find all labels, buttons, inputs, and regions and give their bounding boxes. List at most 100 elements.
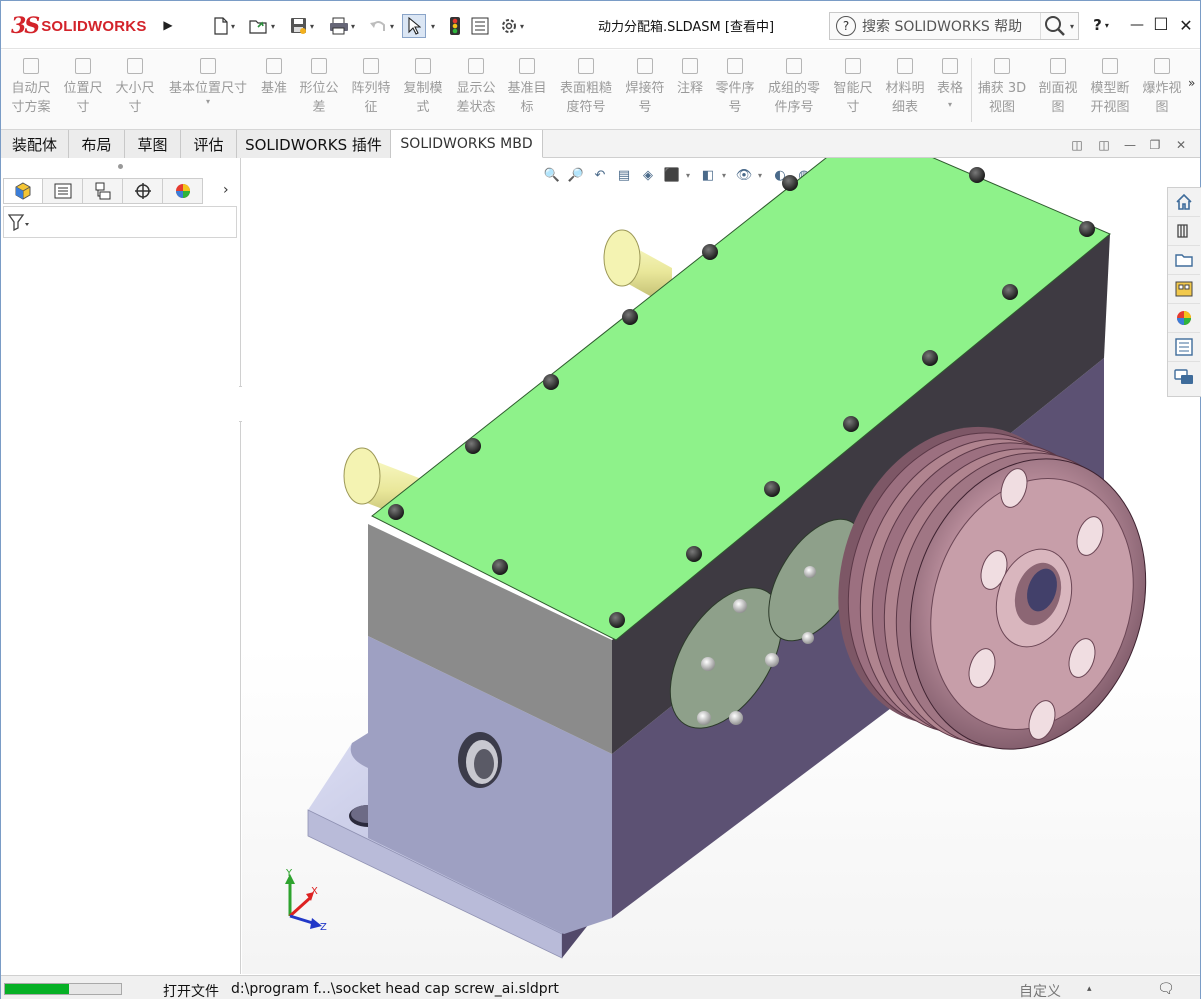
balloon-button[interactable]: 零件序 号 xyxy=(711,55,759,125)
solidworks-logo[interactable]: 3S SOLIDWORKS xyxy=(11,7,157,45)
gear-icon xyxy=(501,19,516,33)
save-button[interactable]: ▾ xyxy=(285,15,319,37)
task-pane-home[interactable] xyxy=(1168,188,1200,217)
cmd-label: 表格 xyxy=(936,81,963,96)
title-bar: 3S SOLIDWORKS ▶ ▾ ▾ ▾ ▾ ▾ ▾ ▾ 动力分配箱.SLDA… xyxy=(1,1,1200,49)
viewport-minimize-icon[interactable]: — xyxy=(1122,137,1138,153)
show-tolerance-status-button[interactable]: 显示公 差状态 xyxy=(451,55,501,125)
select-button[interactable] xyxy=(402,14,426,38)
new-document-button[interactable]: ▾ xyxy=(207,15,241,37)
viewport-restore-icon[interactable]: ❐ xyxy=(1147,137,1163,153)
configuration-tree-icon xyxy=(95,182,110,200)
select-dropdown[interactable]: ▾ xyxy=(427,15,437,37)
cmd-label: 剖面视 图 xyxy=(1038,81,1078,115)
table-button[interactable]: 表格 ▾ xyxy=(931,55,969,125)
unit-system-selector[interactable]: 自定义 xyxy=(1019,981,1061,999)
feature-manager-tab[interactable] xyxy=(3,178,43,204)
task-pane-custom-properties[interactable] xyxy=(1168,333,1200,362)
help-search-box[interactable]: ? 搜索 SOLIDWORKS 帮助 ▾ xyxy=(829,12,1079,40)
viewport-prev-icon[interactable]: ◫ xyxy=(1069,137,1085,153)
dimxpert-manager-tab[interactable] xyxy=(123,178,163,204)
open-button[interactable]: ▾ xyxy=(245,15,279,37)
location-dimension-button[interactable]: 位置尺 寸 xyxy=(59,55,107,125)
task-pane xyxy=(1167,187,1201,397)
filter-icon xyxy=(8,214,29,231)
help-menu-button[interactable]: ? ▾ xyxy=(1089,13,1113,37)
task-pane-forum[interactable] xyxy=(1168,362,1200,391)
cmd-label: 材料明 细表 xyxy=(885,81,925,115)
tab-evaluate[interactable]: 评估 xyxy=(181,130,237,158)
datum-button[interactable]: 基准 xyxy=(257,55,291,125)
tab-solidworks-mbd[interactable]: SOLIDWORKS MBD xyxy=(391,130,543,158)
capture-3d-view-button[interactable]: 捕获 3D 视图 xyxy=(975,55,1029,125)
cmd-label: 模型断 开视图 xyxy=(1090,81,1130,115)
search-dropdown-icon[interactable]: ▾ xyxy=(1070,22,1074,31)
task-pane-resources[interactable] xyxy=(1168,217,1200,246)
help-question-icon: ? xyxy=(836,16,856,36)
task-pane-appearances[interactable] xyxy=(1168,304,1200,333)
copy-scheme-button[interactable]: 复制模 式 xyxy=(399,55,447,125)
model-break-view-button[interactable]: 模型断 开视图 xyxy=(1085,55,1135,125)
document-title: 动力分配箱.SLDASM [查看中] xyxy=(597,20,775,35)
graphics-viewport[interactable]: 🔍 🔎 ↶ ▤ ◈ ⬛▾ ◧▾ 👁▾ ◐ ◍▾ 🖥▾ xyxy=(242,158,1200,974)
display-manager-tab[interactable] xyxy=(163,178,203,204)
cmd-label: 形位公 差 xyxy=(299,81,339,115)
bill-of-materials-button[interactable]: 材料明 细表 xyxy=(881,55,929,125)
print-button[interactable]: ▾ xyxy=(325,15,359,37)
section-view-button[interactable]: 剖面视 图 xyxy=(1033,55,1083,125)
cmd-label: 成组的零 件序号 xyxy=(767,81,820,115)
chat-bubbles-icon xyxy=(1174,368,1193,384)
loading-progress-bar xyxy=(4,983,122,995)
tree-filter[interactable] xyxy=(3,206,237,238)
search-icon[interactable] xyxy=(1039,13,1070,39)
cmd-label: 显示公 差状态 xyxy=(456,81,496,115)
command-manager: 自动尺 寸方案 位置尺 寸 大小尺 寸 基本位置尺寸 ▾ 基准 形位公 差 阵列特… xyxy=(1,50,1200,130)
solidworks-brand: SOLIDWORKS xyxy=(41,17,147,35)
options-button[interactable]: ▾ xyxy=(495,15,529,37)
rebuild-button[interactable] xyxy=(445,15,465,37)
triad-y-label: Y xyxy=(285,868,293,879)
size-dimension-button[interactable]: 大小尺 寸 xyxy=(111,55,159,125)
geometric-tolerance-button[interactable]: 形位公 差 xyxy=(295,55,343,125)
weld-symbol-button[interactable]: 焊接符 号 xyxy=(621,55,669,125)
tab-solidworks-addins[interactable]: SOLIDWORKS 插件 xyxy=(237,130,391,158)
stacked-balloon-button[interactable]: 成组的零 件序号 xyxy=(763,55,825,125)
note-button[interactable]: 注释 xyxy=(671,55,709,125)
task-pane-view-palette[interactable] xyxy=(1168,275,1200,304)
file-properties-button[interactable] xyxy=(469,15,491,37)
chevron-up-icon[interactable]: ▴ xyxy=(1087,984,1092,994)
panel-more-icon[interactable]: › xyxy=(223,182,229,198)
configuration-manager-tab[interactable] xyxy=(83,178,123,204)
cmd-label: 阵列特 征 xyxy=(351,81,391,115)
new-document-icon xyxy=(214,17,228,35)
surface-finish-button[interactable]: 表面粗糙 度符号 xyxy=(555,55,617,125)
cmd-label: 零件序 号 xyxy=(715,81,755,115)
exploded-view-button[interactable]: 爆炸视 图 xyxy=(1137,55,1187,125)
tooltip-toggle-icon[interactable]: 🗨 xyxy=(1157,981,1175,997)
smart-dimension-button[interactable]: 智能尺 寸 xyxy=(829,55,877,125)
ds-logo-mark: 3S xyxy=(11,13,40,39)
maximize-button[interactable]: ☐ xyxy=(1149,13,1173,37)
minimize-button[interactable]: — xyxy=(1125,13,1149,37)
tab-layout[interactable]: 布局 xyxy=(69,130,125,158)
more-commands-icon[interactable]: » xyxy=(1188,76,1195,90)
task-pane-file-explorer[interactable] xyxy=(1168,246,1200,275)
tab-sketch[interactable]: 草图 xyxy=(125,130,181,158)
property-manager-tab[interactable] xyxy=(43,178,83,204)
datum-target-button[interactable]: 基准目 标 xyxy=(503,55,551,125)
cmd-label: 焊接符 号 xyxy=(625,81,665,115)
pattern-feature-button[interactable]: 阵列特 征 xyxy=(347,55,395,125)
basic-location-dimension-button[interactable]: 基本位置尺寸 ▾ xyxy=(163,55,253,125)
close-button[interactable]: ✕ xyxy=(1174,13,1198,37)
viewport-close-icon[interactable]: ✕ xyxy=(1173,137,1189,153)
menu-expand-icon[interactable]: ▶ xyxy=(160,14,176,36)
gearbox-model[interactable]: Y X Z xyxy=(242,158,1200,974)
panel-tabs xyxy=(3,178,239,206)
panel-grip[interactable] xyxy=(118,164,123,169)
undo-button[interactable]: ▾ xyxy=(364,15,398,37)
help-search-input[interactable]: 搜索 SOLIDWORKS 帮助 xyxy=(862,16,1040,36)
auto-dimension-scheme-button[interactable]: 自动尺 寸方案 xyxy=(7,55,55,125)
tab-assembly[interactable]: 装配体 xyxy=(1,130,69,158)
cmd-label: 爆炸视 图 xyxy=(1142,81,1182,115)
viewport-next-icon[interactable]: ◫ xyxy=(1096,137,1112,153)
